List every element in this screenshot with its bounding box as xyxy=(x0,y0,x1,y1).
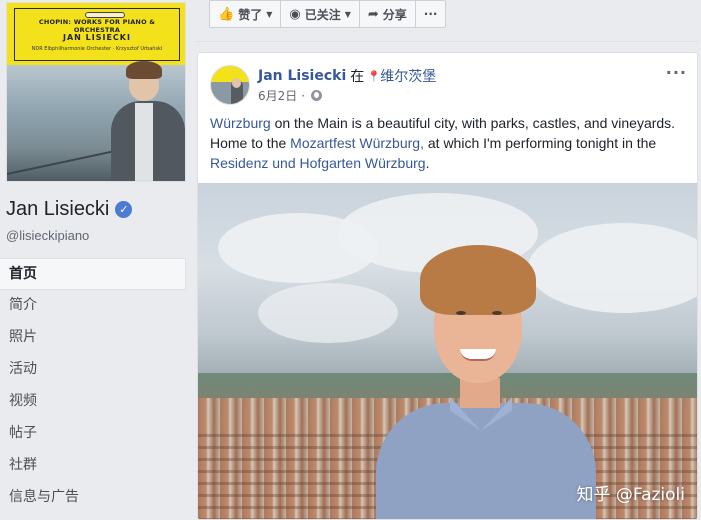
author-avatar[interactable] xyxy=(210,65,250,105)
nav-item-events[interactable]: 活动 xyxy=(0,354,186,386)
post-photo[interactable]: 知乎 @Fazioli xyxy=(198,183,697,519)
profile-handle[interactable]: @lisieckipiano xyxy=(6,228,89,243)
watermark: 知乎 @Fazioli xyxy=(576,485,685,505)
post-text-segment: . xyxy=(425,155,430,171)
post-text-segment: at which I'm performing tonight in the xyxy=(423,135,657,151)
share-arrow-icon: ➦ xyxy=(367,6,379,22)
thumbs-up-icon: 👍 xyxy=(218,6,235,22)
nav-item-videos[interactable]: 视频 xyxy=(0,386,186,418)
page-nav: 首页 简介 照片 活动 视频 帖子 社群 信息与广告 xyxy=(0,258,186,514)
chevron-down-icon: ▼ xyxy=(344,9,351,19)
more-options-button[interactable]: ··· xyxy=(414,0,447,28)
following-button[interactable]: ◉ 已关注 ▼ xyxy=(280,0,360,28)
following-label: 已关注 xyxy=(304,7,341,22)
share-button[interactable]: ➦ 分享 xyxy=(358,0,416,28)
left-column: CHOPIN: WORKS FOR PIANO & ORCHESTRA JAN … xyxy=(0,0,192,520)
rss-feed-icon: ◉ xyxy=(289,6,301,22)
post-text: Würzburg on the Main is a beautiful city… xyxy=(210,113,688,173)
meta-separator: · xyxy=(301,88,306,103)
liked-label: 赞了 xyxy=(238,7,263,22)
globe-icon[interactable] xyxy=(311,90,323,101)
post-meta: 6月2日 · xyxy=(258,87,323,104)
post-card: Jan Lisiecki 在 📍 维尔茨堡 6月2日 · ··· Würzbur… xyxy=(197,52,698,520)
cover-artist: JAN LISIECKI xyxy=(63,33,131,42)
share-label: 分享 xyxy=(382,7,407,22)
more-icon: ··· xyxy=(423,7,438,21)
post-location[interactable]: 维尔茨堡 xyxy=(380,66,436,86)
cover-album-title: CHOPIN: WORKS FOR PIANO & ORCHESTRA xyxy=(38,18,156,34)
post-options-icon[interactable]: ··· xyxy=(666,63,687,82)
verified-badge-icon: ✓ xyxy=(115,201,133,218)
cover-photo[interactable]: CHOPIN: WORKS FOR PIANO & ORCHESTRA JAN … xyxy=(6,2,186,182)
link-mozartfest[interactable]: Mozartfest Würzburg, xyxy=(290,135,424,151)
nav-item-posts[interactable]: 帖子 xyxy=(0,418,186,450)
page-action-bar: 👍 赞了 ▼ ◉ 已关注 ▼ ➦ 分享 ··· xyxy=(209,0,447,29)
profile-name-row: Jan Lisiecki ✓ xyxy=(6,198,133,221)
post-at-label: 在 xyxy=(350,69,365,85)
nav-item-photos[interactable]: 照片 xyxy=(0,322,186,354)
post-author[interactable]: Jan Lisiecki xyxy=(258,68,346,84)
cover-yellow-band: CHOPIN: WORKS FOR PIANO & ORCHESTRA JAN … xyxy=(7,3,185,65)
nav-item-info-and-ads[interactable]: 信息与广告 xyxy=(0,482,186,514)
liked-button[interactable]: 👍 赞了 ▼ xyxy=(209,0,282,28)
profile-name[interactable]: Jan Lisiecki xyxy=(6,198,109,221)
location-pin-icon: 📍 xyxy=(367,70,381,83)
cover-orchestra: NDR Elbphilharmonie Orchester · Krzyszto… xyxy=(31,46,163,52)
post-header: Jan Lisiecki 在 📍 维尔茨堡 xyxy=(258,66,436,86)
link-residenz[interactable]: Residenz und Hofgarten Würzburg xyxy=(210,155,426,171)
link-wurzburg[interactable]: Würzburg xyxy=(210,115,271,131)
post-date[interactable]: 6月2日 xyxy=(258,87,297,104)
nav-item-home[interactable]: 首页 xyxy=(0,258,186,290)
nav-item-community[interactable]: 社群 xyxy=(0,450,186,482)
chevron-down-icon: ▼ xyxy=(266,9,273,19)
divider xyxy=(197,41,698,42)
nav-item-about[interactable]: 简介 xyxy=(0,290,186,322)
